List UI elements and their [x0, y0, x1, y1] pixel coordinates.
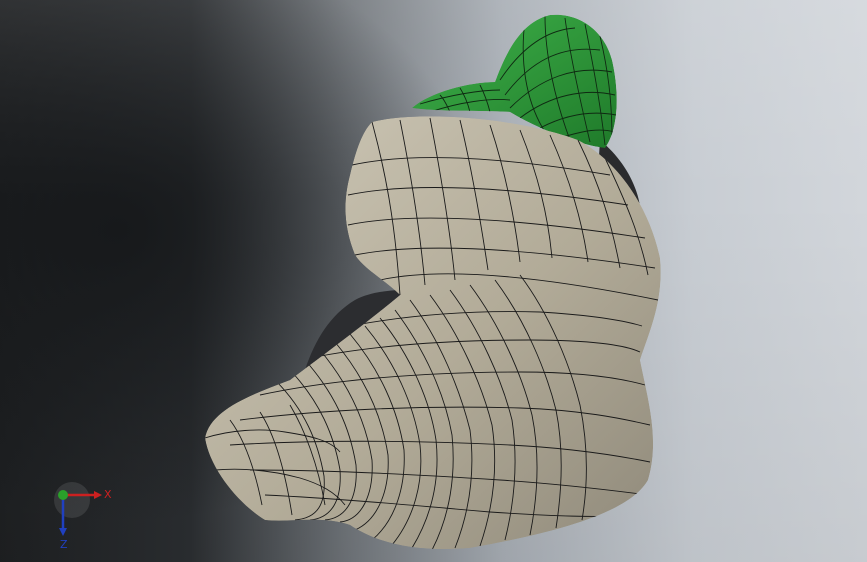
- beige-body: [205, 116, 661, 550]
- z-axis-label: Z: [60, 538, 68, 550]
- y-axis-dot: [58, 490, 68, 500]
- coordinate-triad: X Z: [54, 482, 112, 550]
- 3d-graphics-area[interactable]: X Z: [0, 0, 867, 562]
- x-axis-label: X: [104, 488, 112, 501]
- surface-mesh-model[interactable]: [0, 0, 867, 562]
- z-axis-arrow: [59, 528, 67, 536]
- x-axis-arrow: [94, 491, 102, 499]
